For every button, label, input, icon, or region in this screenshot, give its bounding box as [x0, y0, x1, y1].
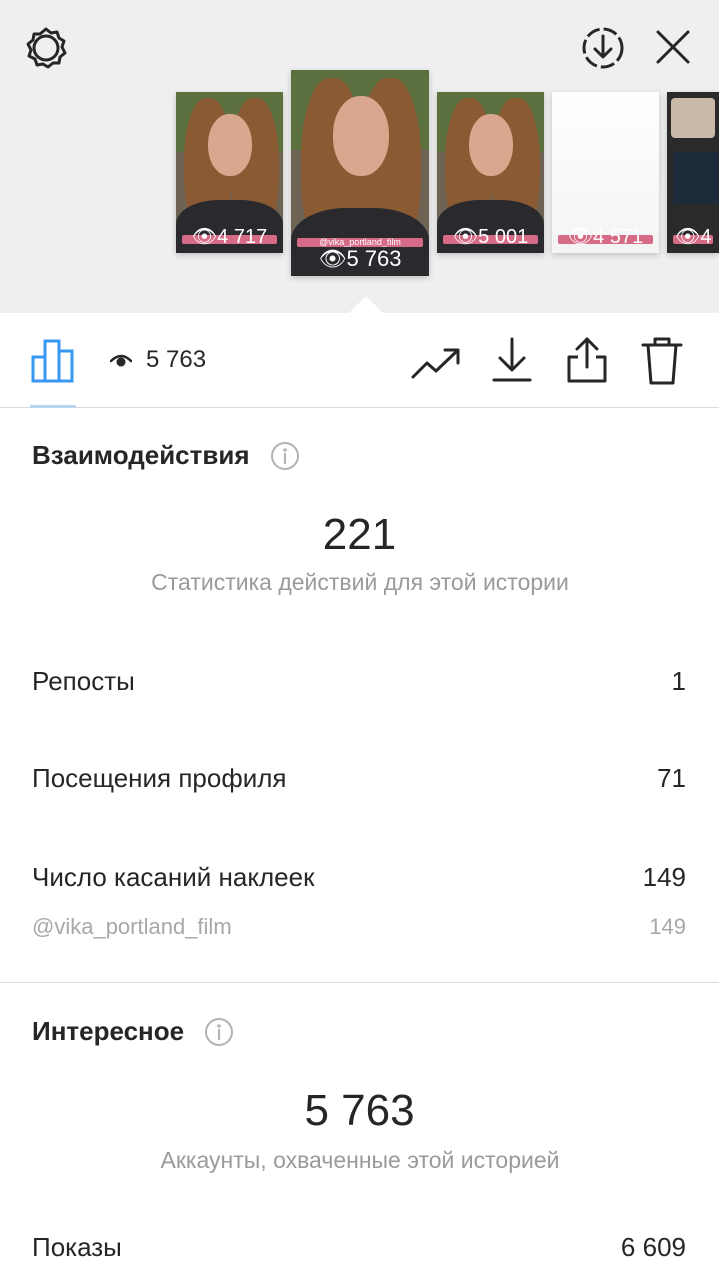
reposts-label: Репосты — [32, 666, 135, 696]
tab-underline — [30, 405, 76, 408]
download-icon[interactable] — [490, 335, 534, 385]
reach-total: 5 763 — [304, 1086, 415, 1135]
sticker-name: @vika_portland_film — [32, 914, 232, 939]
interactions-section-title: Взаимодействия — [32, 440, 300, 471]
story-views: 👁4 571 — [567, 226, 644, 248]
views-count: 5 763 — [110, 343, 206, 377]
story-views: 👁5 001 — [452, 226, 529, 248]
story-thumbnail[interactable]: 👁5 001 — [437, 92, 544, 253]
interactions-total: 221 — [322, 510, 397, 559]
section-divider — [0, 982, 719, 983]
sticker-taps-label: Число касаний наклеек — [32, 862, 315, 892]
info-icon[interactable] — [270, 441, 300, 471]
trash-icon[interactable] — [640, 335, 684, 387]
story-strip: 👁4 717 @vika_portland_film 👁5 763 👁5 001… — [0, 0, 719, 314]
impressions-value: 6 609 — [620, 1232, 686, 1262]
sticker-taps-value: 149 — [642, 862, 686, 892]
eye-icon — [110, 354, 132, 367]
interactions-title-text: Взаимодействия — [32, 440, 250, 470]
trending-icon[interactable] — [410, 343, 462, 383]
reposts-value: 1 — [671, 666, 686, 696]
reach-subtitle: Аккаунты, охваченные этой историей — [160, 1147, 560, 1173]
bar-chart-icon[interactable] — [30, 337, 76, 383]
story-thumbnail[interactable]: 👁4 — [667, 92, 719, 253]
interactions-subtitle: Статистика действий для этой истории — [151, 569, 569, 595]
info-icon[interactable] — [204, 1017, 234, 1047]
gear-icon[interactable] — [22, 24, 70, 72]
discovery-section-title: Интересное — [32, 1016, 234, 1047]
profile-visits-value: 71 — [657, 763, 686, 793]
profile-visits-label: Посещения профиля — [32, 763, 287, 793]
story-thumbnail[interactable]: 👁4 717 — [176, 92, 283, 253]
views-count-text: 5 763 — [146, 346, 207, 373]
story-views: 👁4 — [675, 226, 712, 248]
sticker-taps-count: 149 — [649, 914, 686, 939]
discovery-title-text: Интересное — [32, 1016, 185, 1046]
story-toolbar: 5 763 — [0, 313, 719, 408]
close-icon[interactable] — [650, 24, 696, 70]
story-views: 👁5 763 — [318, 246, 402, 271]
story-thumbnail[interactable]: 👁4 571 — [552, 92, 659, 253]
impressions-label: Показы — [32, 1232, 122, 1262]
story-views: 👁4 717 — [191, 226, 268, 248]
story-thumbnail-selected[interactable]: @vika_portland_film 👁5 763 — [291, 70, 429, 276]
share-icon[interactable] — [564, 335, 610, 385]
selected-pointer — [348, 296, 384, 314]
save-to-highlight-icon[interactable] — [579, 24, 627, 72]
